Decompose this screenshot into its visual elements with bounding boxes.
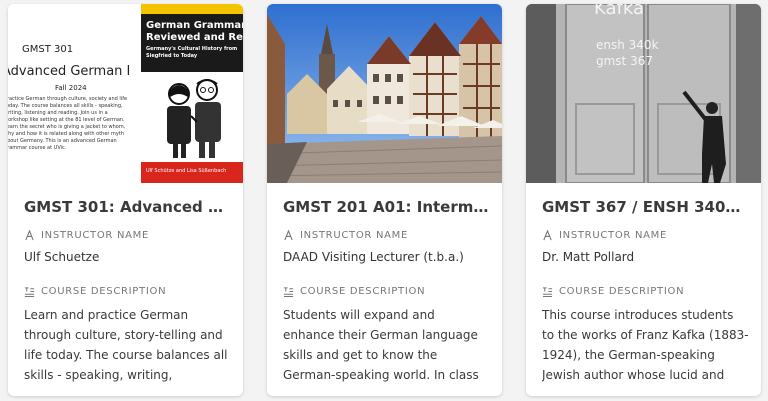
book-cover-header: German Grammar: Reviewed and Retold Germ… [141,14,243,72]
course-title[interactable]: GMST 201 A01: Intermediate German I [283,198,490,216]
instructor-name: Dr. Matt Pollard [542,250,635,264]
course-title[interactable]: GMST 367 / ENSH 340K: Franz Kafka [542,198,749,216]
instructor-label-text: INSTRUCTOR NAME [300,230,409,241]
description-icon [542,287,553,297]
description-label-text: COURSE DESCRIPTION [41,286,167,297]
course-description: This course introduces students to the w… [542,308,749,382]
book-title-line-1: German Grammar: [146,20,243,31]
course-description: Students will expand and enhance their G… [283,308,479,382]
course-card[interactable]: Kafka ensh 340k gmst 367 GMST 367 / ENSH… [526,4,761,396]
photo-heading: Kafka [594,4,644,19]
instructor-label-text: INSTRUCTOR NAME [559,230,668,241]
flyer-course-name: Advanced German I [8,64,131,79]
description-label-text: COURSE DESCRIPTION [300,286,426,297]
course-description: Learn and practice German through cultur… [24,308,228,382]
instructor-icon [543,230,552,241]
flyer-blurb: Practice German through culture, society… [8,96,128,150]
instructor-name: DAAD Visiting Lecturer (t.b.a.) [283,250,464,264]
description-label: COURSE DESCRIPTION [542,286,684,297]
town-square-photo [267,4,502,183]
photo-course-code-1: ensh 340k [596,38,659,52]
flyer-course-code: GMST 301 [22,44,74,55]
book-cover-illustration [141,72,243,162]
book-title-line-2: Reviewed and Retold [146,32,243,43]
photo-course-code-2: gmst 367 [596,54,653,68]
cartoon-figures-illustration [167,79,221,158]
course-thumbnail: Kafka ensh 340k gmst 367 [526,4,761,183]
description-label: COURSE DESCRIPTION [24,286,166,297]
book-cover: German Grammar: Reviewed and Retold Germ… [141,4,243,183]
instructor-label: INSTRUCTOR NAME [542,230,667,241]
description-icon [283,287,294,297]
instructor-label: INSTRUCTOR NAME [283,230,408,241]
instructor-label-text: INSTRUCTOR NAME [41,230,150,241]
course-flyer: GMST 301 Advanced German I Fall 2024 Pra… [8,4,141,183]
course-thumbnail: GMST 301 Advanced German I Fall 2024 Pra… [8,4,243,183]
instructor-label: INSTRUCTOR NAME [24,230,149,241]
course-thumbnail [267,4,502,183]
book-authors: Ulf Schütze and Lisa Süßenbach [146,168,227,174]
description-icon [24,287,35,297]
instructor-icon [25,230,34,241]
door-photo [526,4,761,183]
course-card[interactable]: GMST 301 Advanced German I Fall 2024 Pra… [8,4,243,396]
instructor-name: Ulf Schuetze [24,250,100,264]
instructor-icon [284,230,293,241]
description-label-text: COURSE DESCRIPTION [559,286,685,297]
description-label: COURSE DESCRIPTION [283,286,425,297]
course-title[interactable]: GMST 301: Advanced German I: Language in… [24,198,231,216]
course-card[interactable]: GMST 201 A01: Intermediate German I INST… [267,4,502,396]
book-cover-footer: Ulf Schütze and Lisa Süßenbach [141,162,243,183]
flyer-term: Fall 2024 [55,84,87,92]
book-subtitle: Germany's Cultural History from Siegfrie… [146,46,238,59]
